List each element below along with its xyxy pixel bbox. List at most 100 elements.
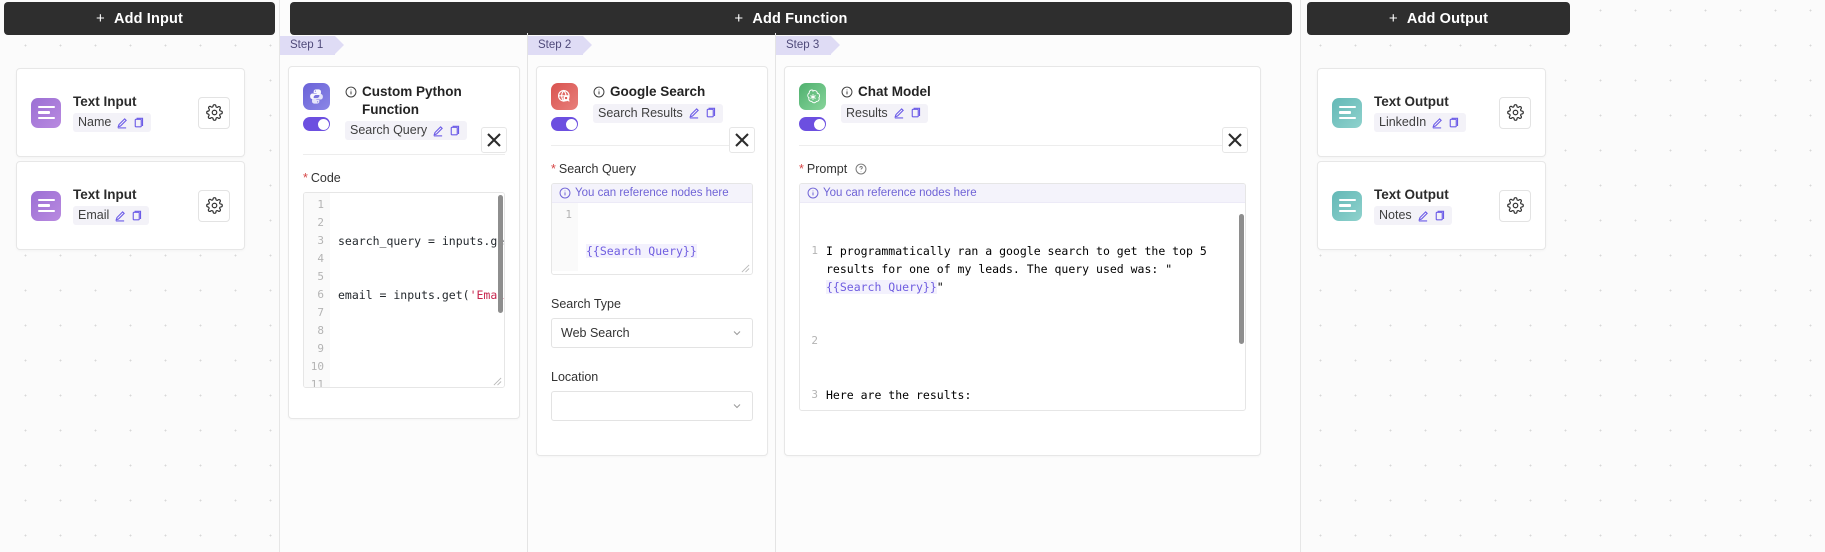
info-icon [559, 187, 571, 199]
node-title-row: Chat Model [841, 83, 1246, 101]
copy-icon[interactable] [1434, 210, 1446, 222]
chip-label: Name [78, 115, 112, 129]
gear-icon[interactable] [198, 189, 230, 222]
help-icon[interactable] [855, 163, 867, 175]
node-title-row: Custom Python Function [345, 83, 505, 118]
add-function-label: Add Function [752, 10, 848, 27]
edit-icon[interactable] [688, 107, 700, 119]
query-text: {{Search Query}} [586, 244, 697, 258]
node-enable-toggle[interactable] [551, 117, 578, 131]
openai-icon [799, 83, 826, 110]
chip-label: LinkedIn [1379, 115, 1427, 129]
output-node-notes[interactable]: Text Output Notes [1317, 161, 1546, 250]
plus-icon: + [1388, 10, 1398, 27]
required-asterisk: * [799, 162, 804, 176]
node-name-chip[interactable]: LinkedIn [1374, 113, 1467, 132]
node-title-row: Google Search [593, 83, 753, 101]
node-name-chip[interactable]: Notes [1374, 206, 1452, 225]
copy-icon[interactable] [910, 107, 922, 119]
copy-icon[interactable] [705, 107, 717, 119]
close-icon[interactable] [729, 127, 755, 153]
node-name-chip[interactable]: Results [841, 103, 928, 123]
copy-icon[interactable] [449, 125, 461, 137]
node-name-chip[interactable]: Search Results [593, 103, 723, 123]
prompt-editor[interactable]: You can reference nodes here 1 I program… [799, 183, 1246, 411]
close-icon[interactable] [481, 127, 507, 153]
edit-icon[interactable] [893, 107, 905, 119]
node-name-chip[interactable]: Name [73, 113, 152, 132]
location-select[interactable] [551, 391, 753, 421]
required-asterisk: * [303, 171, 308, 185]
prompt-scrollbar[interactable] [1239, 214, 1244, 344]
node-title: Google Search [610, 84, 706, 99]
reference-hint-label: You can reference nodes here [823, 187, 977, 199]
edit-icon[interactable] [116, 117, 128, 129]
search-type-label: Search Type [551, 297, 621, 311]
search-type-select[interactable]: Web Search [551, 318, 753, 348]
node-enable-toggle[interactable] [303, 117, 330, 131]
prompt-text: 1 I programmatically ran a google search… [800, 206, 1245, 407]
chip-label: Search Query [350, 123, 428, 137]
add-function-button[interactable]: + Add Function [290, 2, 1292, 35]
chip-label: Notes [1379, 208, 1412, 222]
code-gutter: 1 2 3 4 5 6 7 8 9 10 11 [304, 193, 330, 387]
gear-icon[interactable] [198, 96, 230, 129]
reference-hint-label: You can reference nodes here [575, 187, 729, 199]
divider [799, 145, 1246, 146]
copy-icon[interactable] [133, 117, 145, 129]
inputs-column: + Add Input Text Input Name Text Input E… [0, 0, 279, 552]
resize-handle[interactable] [741, 264, 750, 273]
gear-icon[interactable] [1499, 96, 1531, 129]
google-search-icon [551, 83, 578, 110]
info-icon[interactable] [593, 86, 605, 98]
output-node-linkedin[interactable]: Text Output LinkedIn [1317, 68, 1546, 157]
step-3-column: Step 3 Chat Model Results * Prompt You c… [775, 33, 1300, 552]
add-input-button[interactable]: + Add Input [4, 2, 275, 35]
node-title: Custom Python Function [362, 84, 462, 117]
info-icon[interactable] [841, 86, 853, 98]
step-2-tag: Step 2 [528, 36, 593, 55]
edit-icon[interactable] [432, 125, 444, 137]
input-node-name[interactable]: Text Input Name [16, 68, 245, 157]
text-output-icon [1332, 190, 1362, 221]
reference-hint: You can reference nodes here [800, 184, 1245, 203]
copy-icon[interactable] [1448, 117, 1460, 129]
text-input-icon [31, 97, 61, 128]
functions-column: + Add Function Step 1 Custom Python Func… [279, 0, 1301, 552]
chevron-down-icon [731, 327, 743, 339]
chip-label: Search Results [598, 105, 683, 120]
node-title: Text Input [73, 94, 137, 109]
node-title: Text Output [1374, 187, 1449, 202]
chevron-down-icon [731, 400, 743, 412]
add-output-label: Add Output [1406, 10, 1489, 27]
plus-icon: + [96, 10, 105, 27]
node-title: Text Output [1374, 94, 1449, 109]
node-enable-toggle[interactable] [799, 117, 826, 131]
add-output-button[interactable]: + Add Output [1307, 2, 1570, 35]
close-icon[interactable] [1222, 127, 1248, 153]
reference-hint: You can reference nodes here [552, 184, 752, 203]
function-node-custom-python[interactable]: Custom Python Function Search Query * Co… [288, 66, 520, 419]
step-1-tag: Step 1 [280, 36, 345, 55]
search-query-editor[interactable]: You can reference nodes here 1 {{Search … [551, 183, 753, 275]
info-icon[interactable] [345, 86, 357, 98]
function-node-google-search[interactable]: Google Search Search Results * Search Qu… [536, 66, 768, 456]
edit-icon[interactable] [114, 210, 126, 222]
resize-handle[interactable] [493, 377, 502, 386]
step-2-column: Step 2 Google Search Search Results * Se… [527, 33, 775, 552]
copy-icon[interactable] [131, 210, 143, 222]
location-label: Location [551, 370, 599, 384]
search-type-value: Web Search [561, 326, 630, 340]
gear-icon[interactable] [1499, 189, 1531, 222]
code-editor[interactable]: 1 2 3 4 5 6 7 8 9 10 11 search_query = i… [303, 192, 505, 388]
edit-icon[interactable] [1417, 210, 1429, 222]
function-node-chat-model[interactable]: Chat Model Results * Prompt You can refe… [784, 66, 1261, 456]
edit-icon[interactable] [1431, 117, 1443, 129]
code-scrollbar[interactable] [498, 195, 503, 313]
node-name-chip[interactable]: Search Query [345, 121, 468, 140]
divider [303, 154, 505, 155]
node-name-chip[interactable]: Email [73, 206, 150, 225]
input-node-email[interactable]: Text Input Email [16, 161, 245, 250]
python-icon [303, 83, 330, 110]
node-title: Chat Model [858, 84, 931, 99]
